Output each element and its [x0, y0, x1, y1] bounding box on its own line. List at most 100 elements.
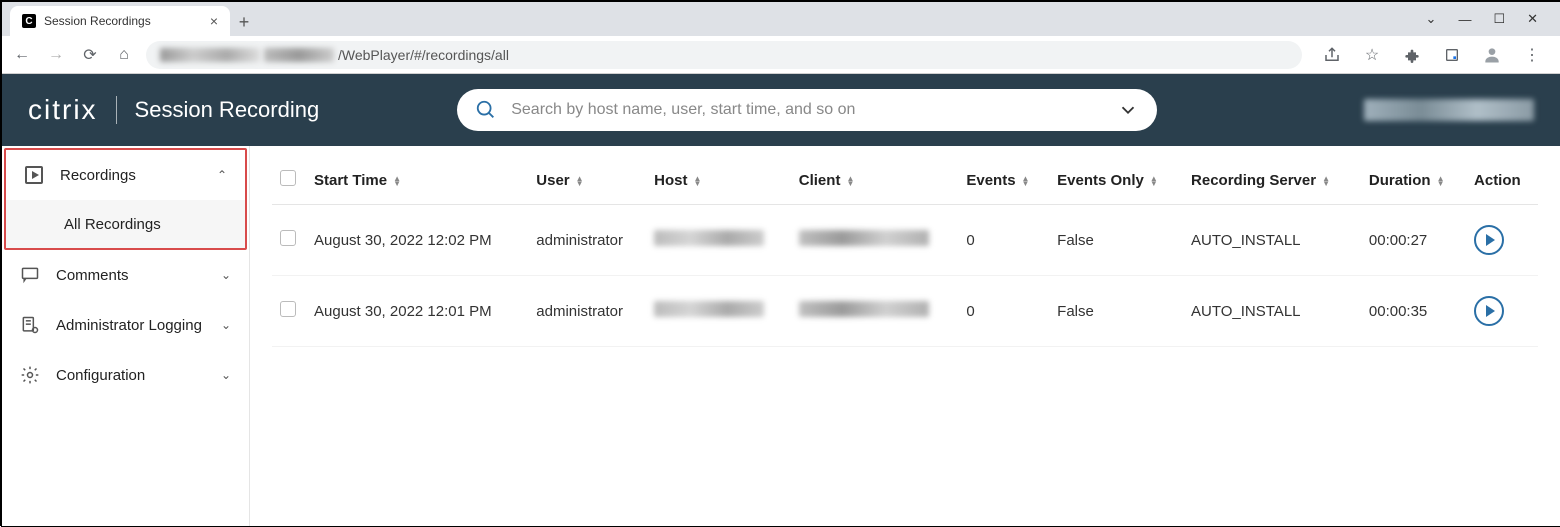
sort-icon: ▲▼ — [693, 176, 701, 186]
brand-divider — [116, 96, 117, 124]
browser-tab[interactable]: C Session Recordings × — [10, 6, 230, 36]
tab-favicon-icon: C — [22, 14, 36, 28]
table-header-row: Start Time▲▼ User▲▼ Host▲▼ Client▲▼ Even… — [272, 156, 1538, 205]
recordings-table: Start Time▲▼ User▲▼ Host▲▼ Client▲▼ Even… — [272, 156, 1538, 347]
search-bar[interactable] — [457, 89, 1157, 131]
search-icon — [475, 99, 497, 121]
row-checkbox[interactable] — [280, 230, 296, 246]
tab-title: Session Recordings — [44, 14, 202, 28]
chevron-up-icon: ⌃ — [217, 168, 227, 182]
sidebar-subitem-label: All Recordings — [64, 216, 161, 233]
col-client[interactable]: Client▲▼ — [791, 156, 959, 205]
cell-events: 0 — [958, 205, 1049, 276]
col-recording-server[interactable]: Recording Server▲▼ — [1183, 156, 1361, 205]
search-input[interactable] — [511, 101, 1103, 119]
sidebar-item-configuration[interactable]: Configuration ⌄ — [2, 350, 249, 400]
window-close-icon[interactable]: ✕ — [1527, 11, 1538, 27]
product-title: Session Recording — [135, 97, 320, 123]
cell-user: administrator — [528, 205, 646, 276]
cell-recording-server: AUTO_INSTALL — [1183, 205, 1361, 276]
sidebar: Recordings ⌃ All Recordings Comments ⌄ A… — [2, 146, 250, 526]
url-bar[interactable]: /WebPlayer/#/recordings/all — [146, 41, 1302, 69]
sidebar-item-label: Recordings — [60, 167, 201, 184]
browser-chrome: C Session Recordings × + ⌄ — ☐ ✕ ← → ⟳ ⌂… — [2, 2, 1560, 74]
chevron-down-icon: ⌄ — [221, 368, 231, 382]
tab-dropdown-icon[interactable]: ⌄ — [1426, 11, 1437, 27]
nav-reload-button[interactable]: ⟳ — [78, 43, 102, 67]
sidebar-subitem-all-recordings[interactable]: All Recordings — [6, 200, 245, 248]
recordings-icon — [24, 165, 44, 185]
table-row[interactable]: August 30, 2022 12:01 PM administrator 0… — [272, 276, 1538, 347]
sort-icon: ▲▼ — [393, 176, 401, 186]
window-minimize-icon[interactable]: — — [1458, 12, 1471, 27]
gear-icon — [20, 365, 40, 385]
cell-start-time: August 30, 2022 12:01 PM — [306, 276, 528, 347]
comments-icon — [20, 265, 40, 285]
nav-home-button[interactable]: ⌂ — [112, 43, 136, 67]
cell-client — [791, 276, 959, 347]
cell-action — [1466, 205, 1538, 276]
brand-logo: citrix — [28, 94, 98, 126]
extensions-icon[interactable] — [1400, 43, 1424, 67]
cell-duration: 00:00:27 — [1361, 205, 1466, 276]
col-start-time[interactable]: Start Time▲▼ — [306, 156, 528, 205]
cell-duration: 00:00:35 — [1361, 276, 1466, 347]
url-redacted-host — [160, 48, 260, 62]
chevron-down-icon: ⌄ — [221, 318, 231, 332]
cell-host — [646, 276, 791, 347]
share-icon[interactable] — [1320, 43, 1344, 67]
url-visible: /WebPlayer/#/recordings/all — [338, 47, 509, 63]
cell-start-time: August 30, 2022 12:02 PM — [306, 205, 528, 276]
col-host[interactable]: Host▲▼ — [646, 156, 791, 205]
sort-icon: ▲▼ — [576, 176, 584, 186]
cell-events-only: False — [1049, 276, 1183, 347]
row-checkbox[interactable] — [280, 301, 296, 317]
tab-close-icon[interactable]: × — [210, 13, 218, 29]
sidebar-highlight-box: Recordings ⌃ All Recordings — [4, 148, 247, 250]
app-header: citrix Session Recording — [2, 74, 1560, 146]
col-action: Action — [1466, 156, 1538, 205]
col-events[interactable]: Events▲▼ — [958, 156, 1049, 205]
sort-icon: ▲▼ — [1322, 176, 1330, 186]
tab-strip: C Session Recordings × + ⌄ — ☐ ✕ — [2, 2, 1560, 36]
profile-avatar-icon[interactable] — [1480, 43, 1504, 67]
nav-forward-button[interactable]: → — [44, 43, 68, 67]
url-redacted-path — [264, 48, 334, 62]
user-info-redacted — [1364, 99, 1534, 121]
select-all-checkbox[interactable] — [280, 170, 296, 186]
main-content: Start Time▲▼ User▲▼ Host▲▼ Client▲▼ Even… — [250, 146, 1560, 526]
cell-events-only: False — [1049, 205, 1183, 276]
sidebar-item-comments[interactable]: Comments ⌄ — [2, 250, 249, 300]
sidebar-item-label: Administrator Logging — [56, 317, 205, 334]
play-button[interactable] — [1474, 296, 1504, 326]
col-user[interactable]: User▲▼ — [528, 156, 646, 205]
cell-action — [1466, 276, 1538, 347]
search-container — [457, 89, 1157, 131]
reading-list-icon[interactable] — [1440, 43, 1464, 67]
cell-host — [646, 205, 791, 276]
table-row[interactable]: August 30, 2022 12:02 PM administrator 0… — [272, 205, 1538, 276]
col-events-only[interactable]: Events Only▲▼ — [1049, 156, 1183, 205]
kebab-menu-icon[interactable]: ⋮ — [1520, 43, 1544, 67]
sidebar-item-label: Configuration — [56, 367, 205, 384]
sort-icon: ▲▼ — [1150, 176, 1158, 186]
window-maximize-icon[interactable]: ☐ — [1493, 11, 1505, 27]
sort-icon: ▲▼ — [1022, 176, 1030, 186]
play-button[interactable] — [1474, 225, 1504, 255]
search-expand-icon[interactable] — [1117, 99, 1139, 121]
new-tab-button[interactable]: + — [230, 8, 258, 36]
sidebar-item-label: Comments — [56, 267, 205, 284]
sort-icon: ▲▼ — [1437, 176, 1445, 186]
sidebar-item-recordings[interactable]: Recordings ⌃ — [6, 150, 245, 200]
chevron-down-icon: ⌄ — [221, 268, 231, 282]
cell-client — [791, 205, 959, 276]
col-duration[interactable]: Duration▲▼ — [1361, 156, 1466, 205]
window-controls: ⌄ — ☐ ✕ — [1426, 2, 1552, 36]
bookmark-star-icon[interactable]: ☆ — [1360, 43, 1384, 67]
nav-back-button[interactable]: ← — [10, 43, 34, 67]
app-body: Recordings ⌃ All Recordings Comments ⌄ A… — [2, 146, 1560, 526]
cell-user: administrator — [528, 276, 646, 347]
toolbar-right: ☆ ⋮ — [1312, 43, 1552, 67]
sidebar-item-admin-logging[interactable]: Administrator Logging ⌄ — [2, 300, 249, 350]
admin-logging-icon — [20, 315, 40, 335]
